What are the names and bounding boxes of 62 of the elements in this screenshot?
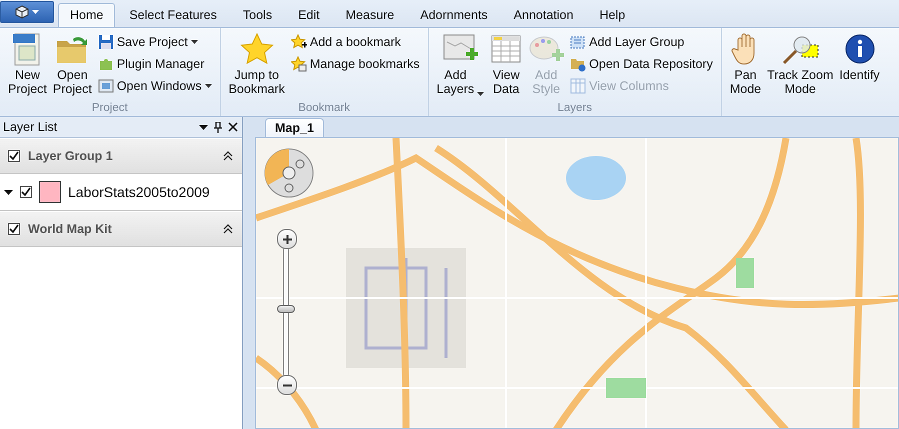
ribbon-button[interactable]: Add a bookmark xyxy=(288,31,422,52)
checkbox[interactable] xyxy=(8,150,20,162)
columns-icon xyxy=(570,78,586,94)
star-list-icon xyxy=(290,56,307,72)
layer-name: LaborStats2005to2009 xyxy=(68,184,210,200)
ribbon-button[interactable]: Open Data Repository xyxy=(568,53,715,74)
zoom-slider[interactable] xyxy=(277,247,297,377)
zoom-in-button[interactable] xyxy=(277,229,297,249)
dropdown-icon[interactable] xyxy=(199,124,208,130)
layer-group-header[interactable]: World Map Kit xyxy=(0,211,242,247)
group-label: Project xyxy=(92,102,128,114)
ribbon-button[interactable]: Track Zoom Mode xyxy=(765,31,836,114)
ribbon-button[interactable]: Identify xyxy=(837,31,882,114)
ribbon-button[interactable]: Open Windows xyxy=(96,75,214,96)
star-icon xyxy=(240,33,274,65)
table-icon xyxy=(490,33,522,65)
ribbon-button[interactable]: Manage bookmarks xyxy=(288,53,422,74)
ribbon-tab[interactable]: Tools xyxy=(230,3,284,27)
plus-icon xyxy=(282,234,292,244)
checkbox[interactable] xyxy=(20,186,32,198)
caret-icon xyxy=(477,92,484,96)
ribbon-button[interactable]: Save Project xyxy=(96,31,214,52)
star-add-icon xyxy=(290,34,307,50)
ribbon-button[interactable]: Plugin Manager xyxy=(96,53,214,74)
ribbon-button[interactable]: Add Layers xyxy=(434,31,486,102)
cube-icon xyxy=(15,5,29,19)
ribbon-tab[interactable]: Select Features xyxy=(117,3,229,27)
ribbon-tab[interactable]: Edit xyxy=(286,3,332,27)
ribbon-button[interactable]: View Data xyxy=(488,31,524,102)
ribbon-button[interactable]: New Project xyxy=(6,31,49,102)
group-label: Bookmark xyxy=(298,102,350,114)
caret-icon xyxy=(204,84,212,88)
ribbon-tab[interactable]: Help xyxy=(587,3,638,27)
zoom-out-button[interactable] xyxy=(277,375,297,395)
pin-icon[interactable] xyxy=(214,122,222,132)
ribbon-tab[interactable]: Adornments xyxy=(408,3,500,27)
caret-icon xyxy=(190,40,198,44)
ribbon-button[interactable]: Add Layer Group xyxy=(568,31,715,52)
ribbon-tab[interactable]: Measure xyxy=(334,3,406,27)
checkbox[interactable] xyxy=(8,223,20,235)
layer-group-name: Layer Group 1 xyxy=(28,149,114,163)
ribbon-button[interactable]: Pan Mode xyxy=(728,31,764,114)
pan-wheel-icon[interactable] xyxy=(264,148,314,198)
layer-group-header[interactable]: Layer Group 1 xyxy=(0,138,242,174)
group-label: Layers xyxy=(557,102,592,114)
application-menu-button[interactable] xyxy=(0,1,54,23)
panel-title: Layer List xyxy=(3,120,58,134)
collapse-icon[interactable] xyxy=(222,151,234,161)
window-icon xyxy=(98,78,114,94)
close-icon[interactable] xyxy=(228,122,238,132)
collapse-icon[interactable] xyxy=(222,224,234,234)
expander-icon[interactable] xyxy=(4,188,13,196)
ribbon-tab[interactable]: Home xyxy=(58,3,116,27)
ribbon-button[interactable]: Jump to Bookmark xyxy=(226,31,287,102)
info-icon xyxy=(844,33,876,65)
ribbon-button[interactable]: Open Project xyxy=(50,31,94,102)
caret-icon xyxy=(32,10,39,14)
document-tab[interactable]: Map_1 xyxy=(265,118,324,137)
layer-group-icon xyxy=(570,34,586,50)
ribbon-tab[interactable]: Annotation xyxy=(502,3,586,27)
slider-thumb[interactable] xyxy=(277,305,295,314)
layer-group-name: World Map Kit xyxy=(28,222,113,236)
